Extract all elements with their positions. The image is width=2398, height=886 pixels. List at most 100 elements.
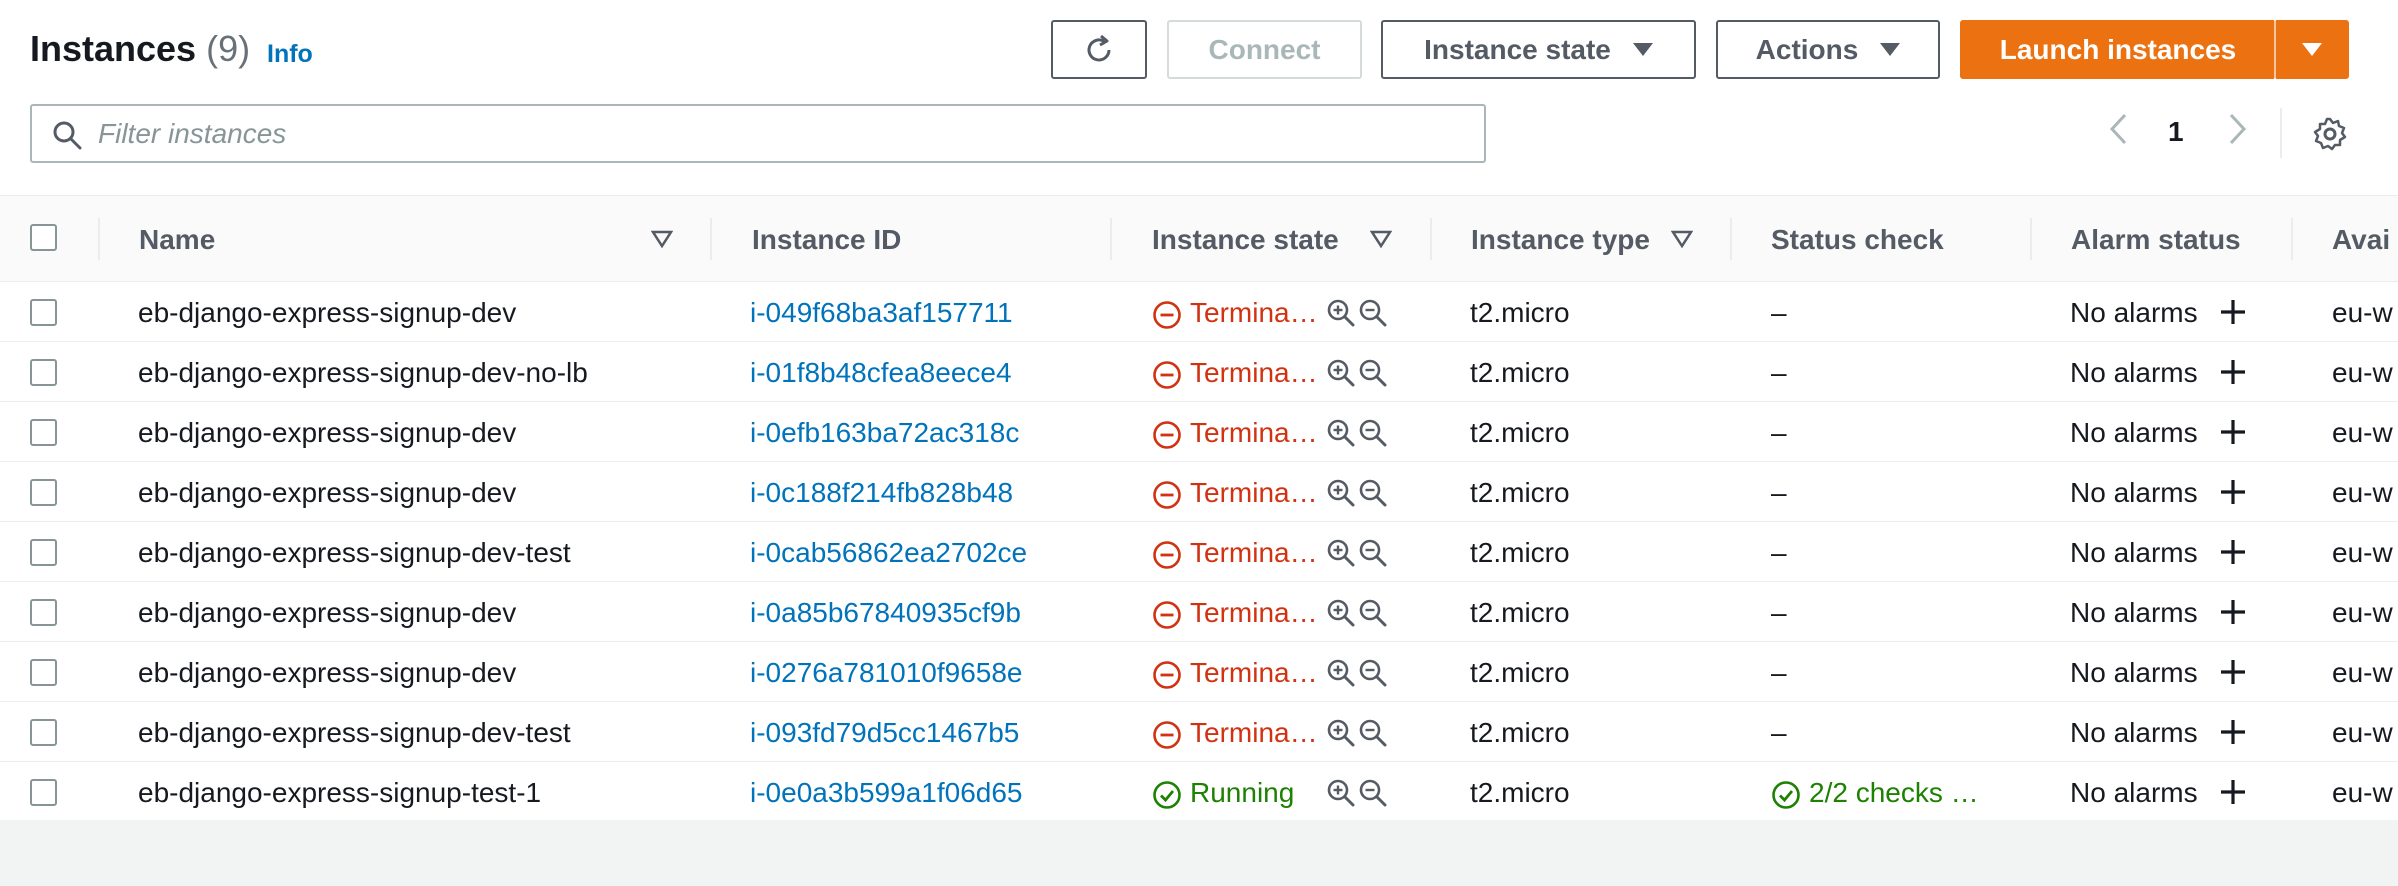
- zoom-in-icon[interactable]: [1326, 718, 1356, 748]
- zoom-in-icon[interactable]: [1326, 658, 1356, 688]
- instance-id-link[interactable]: i-0cab56862ea2702ce: [750, 537, 1100, 569]
- instance-id-link[interactable]: i-0a85b67840935cf9b: [750, 597, 1100, 629]
- zoom-out-icon[interactable]: [1358, 658, 1388, 688]
- zoom-out-control[interactable]: [1358, 298, 1388, 333]
- row-checkbox[interactable]: [30, 719, 57, 746]
- filter-instances-input[interactable]: [98, 116, 1458, 152]
- add-alarm-icon[interactable]: [2218, 297, 2248, 327]
- table-row[interactable]: eb-django-express-signup-dev i-049f68ba3…: [0, 282, 2398, 342]
- zoom-in-control[interactable]: [1326, 418, 1356, 453]
- select-all-checkbox[interactable]: [30, 224, 57, 251]
- row-checkbox[interactable]: [30, 599, 57, 626]
- filter-sort-icon[interactable]: [1370, 230, 1392, 248]
- zoom-in-control[interactable]: [1326, 598, 1356, 633]
- zoom-out-control[interactable]: [1358, 538, 1388, 573]
- zoom-out-icon[interactable]: [1358, 298, 1388, 328]
- zoom-out-icon[interactable]: [1358, 418, 1388, 448]
- column-header-alarm-status[interactable]: Alarm status: [2071, 224, 2241, 256]
- chevron-right-icon[interactable]: [2224, 112, 2250, 146]
- instance-id-link[interactable]: i-049f68ba3af157711: [750, 297, 1100, 329]
- zoom-in-control[interactable]: [1326, 538, 1356, 573]
- column-header-status-check[interactable]: Status check: [1771, 224, 1944, 256]
- filter-sort-icon[interactable]: [651, 230, 673, 248]
- row-checkbox[interactable]: [30, 479, 57, 506]
- zoom-in-control[interactable]: [1326, 478, 1356, 513]
- add-alarm-icon[interactable]: [2218, 477, 2248, 507]
- table-row[interactable]: eb-django-express-signup-dev i-0c188f214…: [0, 462, 2398, 522]
- connect-button[interactable]: Connect: [1167, 20, 1362, 79]
- row-checkbox[interactable]: [30, 659, 57, 686]
- zoom-in-control[interactable]: [1326, 778, 1356, 813]
- info-link[interactable]: Info: [267, 40, 313, 69]
- page-number[interactable]: 1: [2168, 116, 2184, 148]
- table-header-row: Name Instance ID Instance state Instance…: [0, 195, 2398, 282]
- table-row[interactable]: eb-django-express-signup-dev-test i-0cab…: [0, 522, 2398, 582]
- add-alarm-icon[interactable]: [2218, 597, 2248, 627]
- add-alarm-icon[interactable]: [2218, 717, 2248, 747]
- row-checkbox[interactable]: [30, 359, 57, 386]
- launch-instances-button[interactable]: Launch instances: [1960, 20, 2276, 79]
- chevron-left-icon[interactable]: [2106, 112, 2132, 146]
- instance-id-link[interactable]: i-0efb163ba72ac318c: [750, 417, 1100, 449]
- table-row[interactable]: eb-django-express-signup-dev i-0276a7810…: [0, 642, 2398, 702]
- zoom-out-control[interactable]: [1358, 598, 1388, 633]
- column-header-instance-id[interactable]: Instance ID: [752, 224, 901, 256]
- zoom-in-icon[interactable]: [1326, 538, 1356, 568]
- row-checkbox[interactable]: [30, 419, 57, 446]
- instance-id-link[interactable]: i-0e0a3b599a1f06d65: [750, 777, 1100, 809]
- status-check-text[interactable]: 2/2 checks …: [1809, 777, 2019, 809]
- instance-state-dropdown[interactable]: Instance state: [1381, 20, 1696, 79]
- zoom-out-control[interactable]: [1358, 478, 1388, 513]
- table-row[interactable]: eb-django-express-signup-dev i-0a85b6784…: [0, 582, 2398, 642]
- zoom-in-control[interactable]: [1326, 358, 1356, 393]
- add-alarm-icon[interactable]: [2218, 537, 2248, 567]
- filter-search-box[interactable]: [30, 104, 1486, 163]
- instance-id-link[interactable]: i-0276a781010f9658e: [750, 657, 1100, 689]
- zoom-out-icon[interactable]: [1358, 718, 1388, 748]
- row-checkbox[interactable]: [30, 779, 57, 806]
- table-row[interactable]: eb-django-express-signup-dev-test i-093f…: [0, 702, 2398, 762]
- column-header-name[interactable]: Name: [139, 224, 215, 256]
- add-alarm-icon[interactable]: [2218, 417, 2248, 447]
- zoom-out-control[interactable]: [1358, 658, 1388, 693]
- zoom-in-icon[interactable]: [1326, 778, 1356, 808]
- column-header-instance-type[interactable]: Instance type: [1471, 224, 1650, 256]
- zoom-in-icon[interactable]: [1326, 298, 1356, 328]
- instance-id-link[interactable]: i-01f8b48cfea8eece4: [750, 357, 1100, 389]
- table-row[interactable]: eb-django-express-signup-dev i-0efb163ba…: [0, 402, 2398, 462]
- column-header-instance-state[interactable]: Instance state: [1152, 224, 1339, 256]
- zoom-out-icon[interactable]: [1358, 778, 1388, 808]
- launch-options-dropdown[interactable]: [2274, 20, 2349, 79]
- instance-type: t2.micro: [1470, 717, 1570, 748]
- zoom-in-icon[interactable]: [1326, 358, 1356, 388]
- table-row[interactable]: eb-django-express-signup-dev-no-lb i-01f…: [0, 342, 2398, 402]
- table-row[interactable]: eb-django-express-signup-test-1 i-0e0a3b…: [0, 762, 2398, 822]
- zoom-out-control[interactable]: [1358, 718, 1388, 753]
- zoom-in-icon[interactable]: [1326, 598, 1356, 628]
- zoom-out-icon[interactable]: [1358, 598, 1388, 628]
- zoom-out-icon[interactable]: [1358, 478, 1388, 508]
- add-alarm-icon[interactable]: [2218, 357, 2248, 387]
- zoom-in-icon[interactable]: [1326, 478, 1356, 508]
- filter-sort-icon[interactable]: [1671, 230, 1693, 248]
- row-checkbox[interactable]: [30, 539, 57, 566]
- add-alarm-icon[interactable]: [2218, 657, 2248, 687]
- settings-gear-icon[interactable]: [2312, 116, 2348, 152]
- instance-type: t2.micro: [1470, 357, 1570, 388]
- zoom-in-control[interactable]: [1326, 718, 1356, 753]
- column-header-availability-zone[interactable]: Avai: [2332, 224, 2398, 256]
- add-alarm-icon[interactable]: [2218, 777, 2248, 807]
- row-checkbox[interactable]: [30, 299, 57, 326]
- zoom-out-control[interactable]: [1358, 778, 1388, 813]
- zoom-out-control[interactable]: [1358, 418, 1388, 453]
- instance-id-link[interactable]: i-0c188f214fb828b48: [750, 477, 1100, 509]
- zoom-out-icon[interactable]: [1358, 358, 1388, 388]
- zoom-in-control[interactable]: [1326, 298, 1356, 333]
- zoom-in-control[interactable]: [1326, 658, 1356, 693]
- zoom-in-icon[interactable]: [1326, 418, 1356, 448]
- zoom-out-icon[interactable]: [1358, 538, 1388, 568]
- instance-id-link[interactable]: i-093fd79d5cc1467b5: [750, 717, 1100, 749]
- actions-dropdown[interactable]: Actions: [1716, 20, 1940, 79]
- refresh-button[interactable]: [1051, 20, 1147, 79]
- zoom-out-control[interactable]: [1358, 358, 1388, 393]
